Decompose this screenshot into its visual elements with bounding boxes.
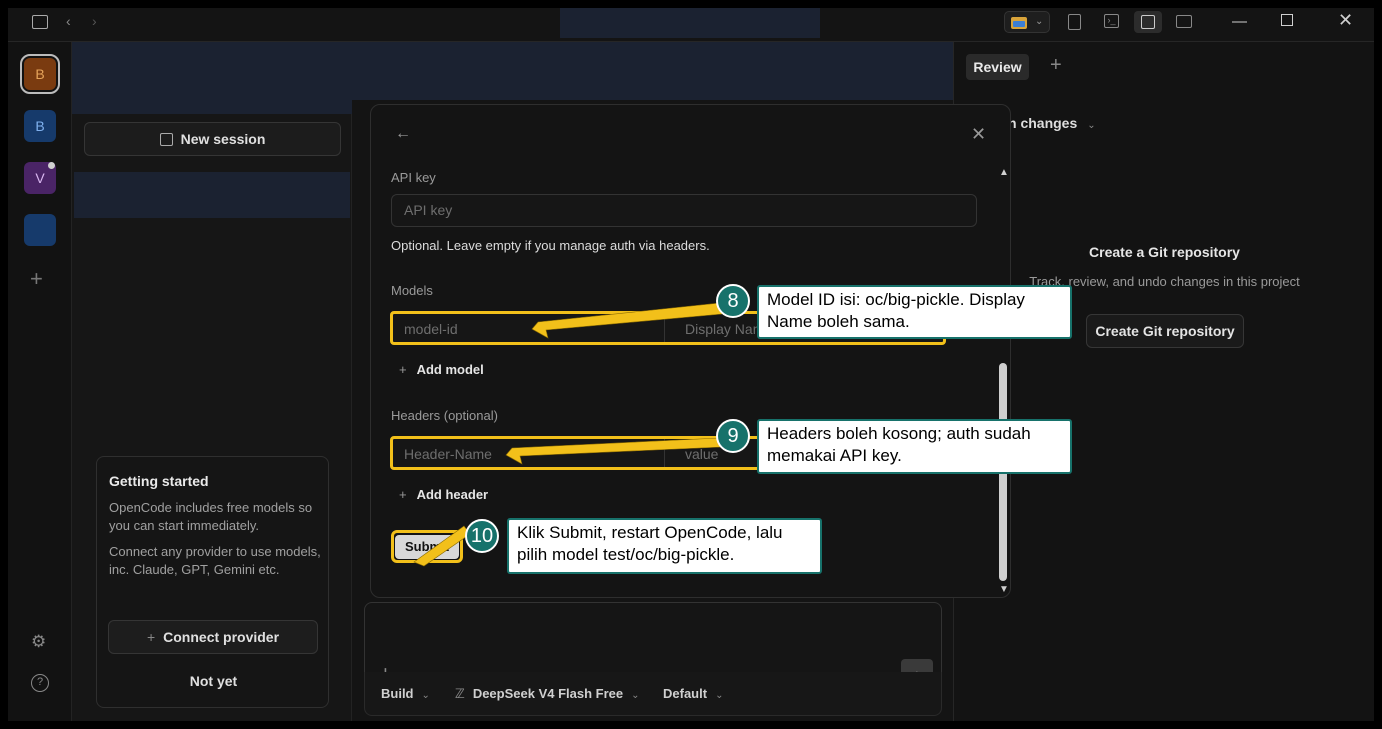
step-badge-10: 10 xyxy=(465,519,499,553)
minimize-icon[interactable]: — xyxy=(1232,13,1247,30)
maximize-icon[interactable] xyxy=(1281,14,1293,26)
workspace-avatar-4[interactable] xyxy=(24,214,56,246)
callout-step-8: Model ID isi: oc/big-pickle. Display Nam… xyxy=(757,285,1072,339)
add-model-label: Add model xyxy=(416,362,484,377)
model-label: DeepSeek V4 Flash Free xyxy=(472,686,624,701)
review-panel-icon xyxy=(1141,15,1155,29)
model-icon: ℤ xyxy=(455,686,465,701)
highlight-submit xyxy=(391,530,463,563)
getting-started-card: Getting started OpenCode includes free m… xyxy=(96,456,329,708)
callout-step-9: Headers boleh kosong; auth sudah memakai… xyxy=(757,419,1072,474)
add-tab-icon[interactable]: + xyxy=(1050,54,1062,77)
add-model-button[interactable]: + Add model xyxy=(399,362,484,377)
step-badge-8: 8 xyxy=(716,284,750,318)
forward-icon[interactable]: › xyxy=(92,14,97,28)
plus-icon: + xyxy=(146,629,156,645)
api-key-label: API key xyxy=(391,170,436,185)
main-header xyxy=(352,42,953,100)
folder-icon xyxy=(1011,17,1027,29)
scroll-down-arrow-icon[interactable]: ▼ xyxy=(999,584,1009,595)
edit-icon xyxy=(159,133,173,146)
chevron-down-icon: ⌄ xyxy=(631,690,640,701)
tab-review[interactable]: Review xyxy=(966,54,1029,80)
connect-provider-button[interactable]: + Connect provider xyxy=(108,620,318,654)
close-dialog-icon[interactable]: ✕ xyxy=(971,124,986,145)
getting-started-title: Getting started xyxy=(109,473,209,489)
new-session-label: New session xyxy=(180,131,266,147)
project-selector[interactable]: ⌄ xyxy=(1004,11,1050,33)
workspace-rail: B B V + ⚙ ? xyxy=(8,42,72,721)
close-icon[interactable]: ✕ xyxy=(1338,10,1353,31)
plus-icon: + xyxy=(399,487,407,502)
getting-started-text-2: Connect any provider to use models, inc.… xyxy=(109,544,321,577)
callout-step-10: Klik Submit, restart OpenCode, lalu pili… xyxy=(507,518,822,574)
session-sidebar: New session Getting started OpenCode inc… xyxy=(72,42,352,721)
api-key-input[interactable]: API key xyxy=(391,194,977,227)
workspace-avatar-2[interactable]: B xyxy=(24,110,56,142)
create-git-repository-button[interactable]: Create Git repository xyxy=(1086,314,1244,348)
add-workspace-icon[interactable]: + xyxy=(30,266,43,292)
title-bar: ‹ › ⌄ ›_ — ✕ xyxy=(8,8,1374,42)
workspace-avatar-1[interactable]: B xyxy=(20,54,60,94)
chevron-down-icon: ⌄ xyxy=(421,690,430,701)
back-arrow-icon[interactable]: ← xyxy=(395,125,411,143)
add-header-button[interactable]: + Add header xyxy=(399,487,488,502)
unread-dot xyxy=(48,162,55,169)
models-label: Models xyxy=(391,283,433,298)
new-session-button[interactable]: New session xyxy=(84,122,341,156)
file-icon[interactable] xyxy=(1068,14,1081,30)
variant-label: Default xyxy=(663,686,708,701)
settings-gear-icon[interactable]: ⚙ xyxy=(31,632,46,652)
folder-outline-icon[interactable] xyxy=(1176,15,1192,28)
scroll-up-arrow-icon[interactable]: ▲ xyxy=(999,167,1009,178)
agent-label: Build xyxy=(381,686,414,701)
chevron-down-icon: ⌄ xyxy=(1035,16,1044,27)
git-empty-title: Create a Git repository xyxy=(1089,244,1240,260)
plus-icon: + xyxy=(399,362,407,377)
add-header-label: Add header xyxy=(416,487,489,502)
headers-label: Headers (optional) xyxy=(391,408,498,423)
connect-provider-label: Connect provider xyxy=(163,629,280,645)
sidebar-toggle-icon[interactable] xyxy=(32,15,48,29)
review-panel: Review + urn changes ⌄ Create a Git repos… xyxy=(953,42,1374,721)
model-selector[interactable]: ℤ DeepSeek V4 Flash Free ⌄ xyxy=(455,686,640,702)
help-icon[interactable]: ? xyxy=(31,674,49,692)
variant-selector[interactable]: Default ⌄ xyxy=(663,686,723,701)
getting-started-text-1: OpenCode includes free models so you can… xyxy=(109,500,313,533)
composer-toolbar: Build ⌄ ℤ DeepSeek V4 Flash Free ⌄ Default ⌄ xyxy=(364,672,942,716)
title-search-area[interactable] xyxy=(560,8,820,38)
chevron-down-icon: ⌄ xyxy=(715,690,724,701)
not-yet-button[interactable]: Not yet xyxy=(97,673,330,689)
terminal-icon[interactable]: ›_ xyxy=(1104,14,1119,28)
step-badge-9: 9 xyxy=(716,419,750,453)
api-key-hint: Optional. Leave empty if you manage auth… xyxy=(391,238,710,253)
agent-selector[interactable]: Build ⌄ xyxy=(381,686,430,701)
back-icon[interactable]: ‹ xyxy=(66,14,71,28)
sidebar-header xyxy=(72,42,352,114)
review-panel-toggle[interactable] xyxy=(1134,11,1162,33)
selected-session-item[interactable] xyxy=(74,172,350,218)
chevron-down-icon: ⌄ xyxy=(1087,120,1096,131)
